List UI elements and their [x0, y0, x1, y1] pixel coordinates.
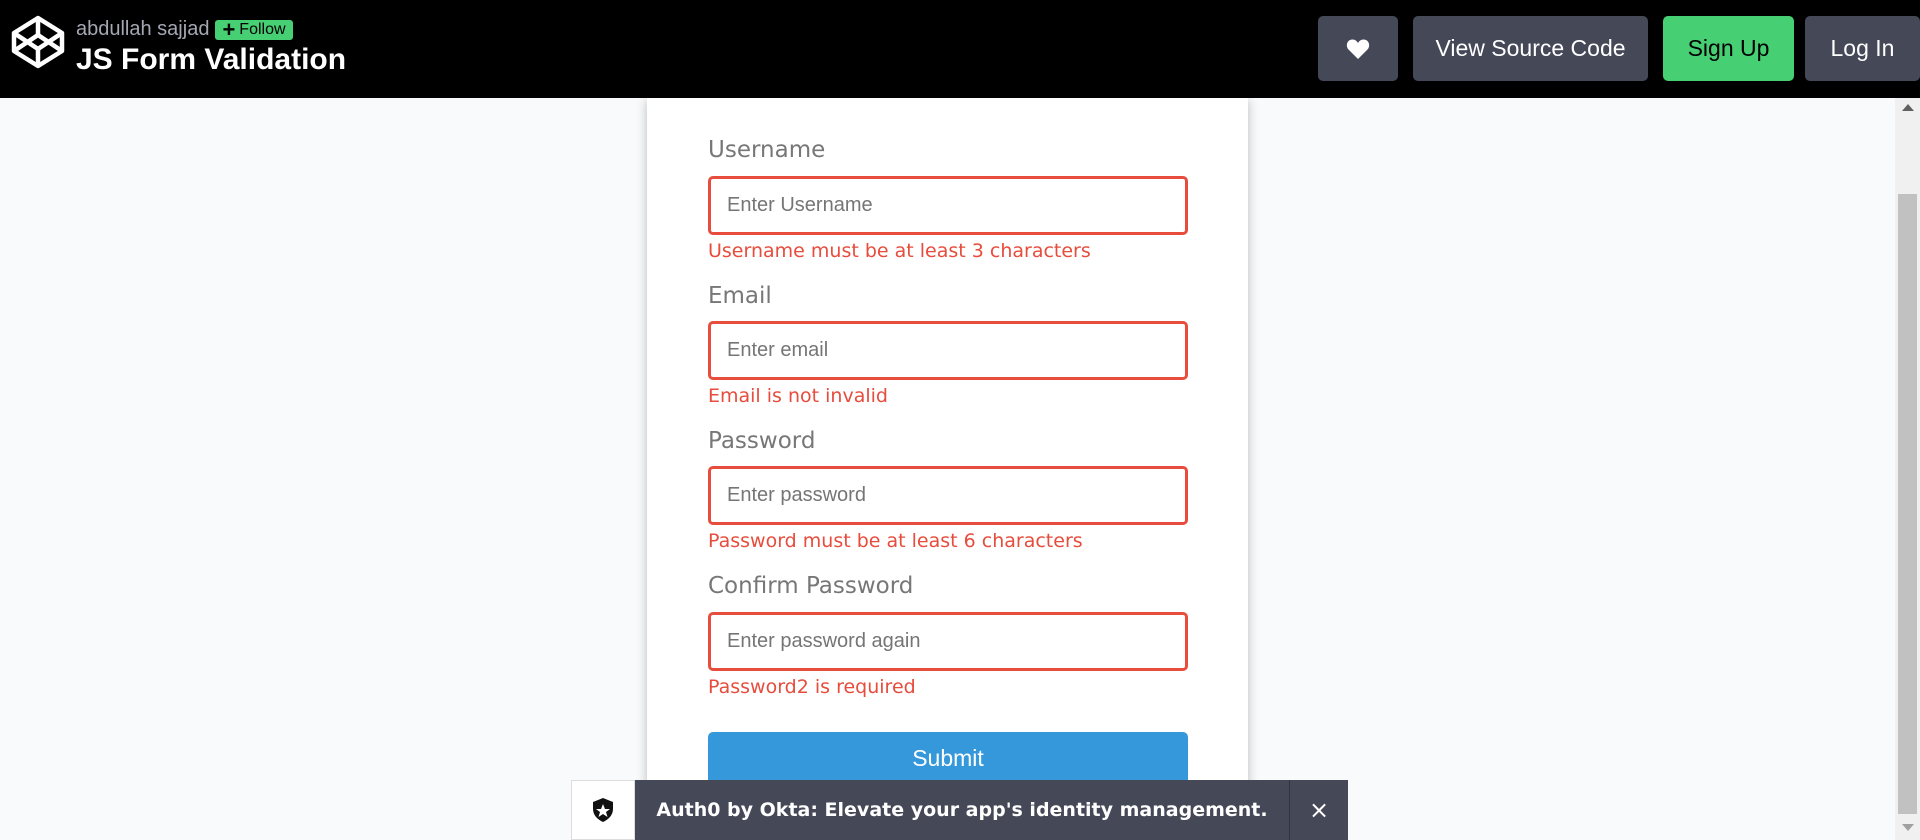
- top-bar: abdullah sajjad + Follow JS Form Validat…: [0, 0, 1920, 98]
- password-label: Password: [708, 428, 816, 454]
- scroll-down-arrow-icon[interactable]: [1902, 824, 1914, 831]
- email-error: Email is not invalid: [708, 385, 888, 407]
- codepen-logo-icon[interactable]: [10, 14, 66, 70]
- email-input[interactable]: [708, 321, 1188, 380]
- scroll-up-arrow-icon[interactable]: [1902, 104, 1914, 111]
- username-label: Username: [708, 137, 826, 163]
- form-card: Username Username must be at least 3 cha…: [647, 98, 1248, 840]
- ad-banner: Auth0 by Okta: Elevate your app's identi…: [571, 780, 1348, 840]
- signup-button[interactable]: Sign Up: [1663, 16, 1794, 81]
- view-source-button[interactable]: View Source Code: [1413, 16, 1648, 81]
- password-error: Password must be at least 6 characters: [708, 530, 1083, 552]
- confirm-password-error: Password2 is required: [708, 676, 916, 698]
- follow-label: Follow: [239, 20, 286, 38]
- ad-text[interactable]: Auth0 by Okta: Elevate your app's identi…: [635, 780, 1289, 840]
- author-row: abdullah sajjad + Follow: [76, 18, 293, 41]
- close-icon[interactable]: ×: [1289, 780, 1348, 840]
- shield-icon: [593, 798, 613, 822]
- heart-button[interactable]: [1318, 16, 1398, 81]
- ad-logo[interactable]: [571, 780, 635, 840]
- password-input[interactable]: [708, 466, 1188, 525]
- follow-button[interactable]: + Follow: [215, 16, 293, 42]
- plus-icon: +: [222, 16, 236, 42]
- username-input[interactable]: [708, 176, 1188, 235]
- heart-icon: [1346, 38, 1370, 59]
- username-error: Username must be at least 3 characters: [708, 240, 1091, 262]
- author-name[interactable]: abdullah sajjad: [76, 18, 209, 41]
- login-button[interactable]: Log In: [1805, 16, 1920, 81]
- scroll-thumb[interactable]: [1898, 194, 1917, 814]
- pen-title: JS Form Validation: [76, 43, 347, 76]
- page-scrollbar[interactable]: [1895, 98, 1920, 840]
- confirm-password-input[interactable]: [708, 612, 1188, 671]
- confirm-password-label: Confirm Password: [708, 573, 914, 599]
- email-label: Email: [708, 283, 772, 309]
